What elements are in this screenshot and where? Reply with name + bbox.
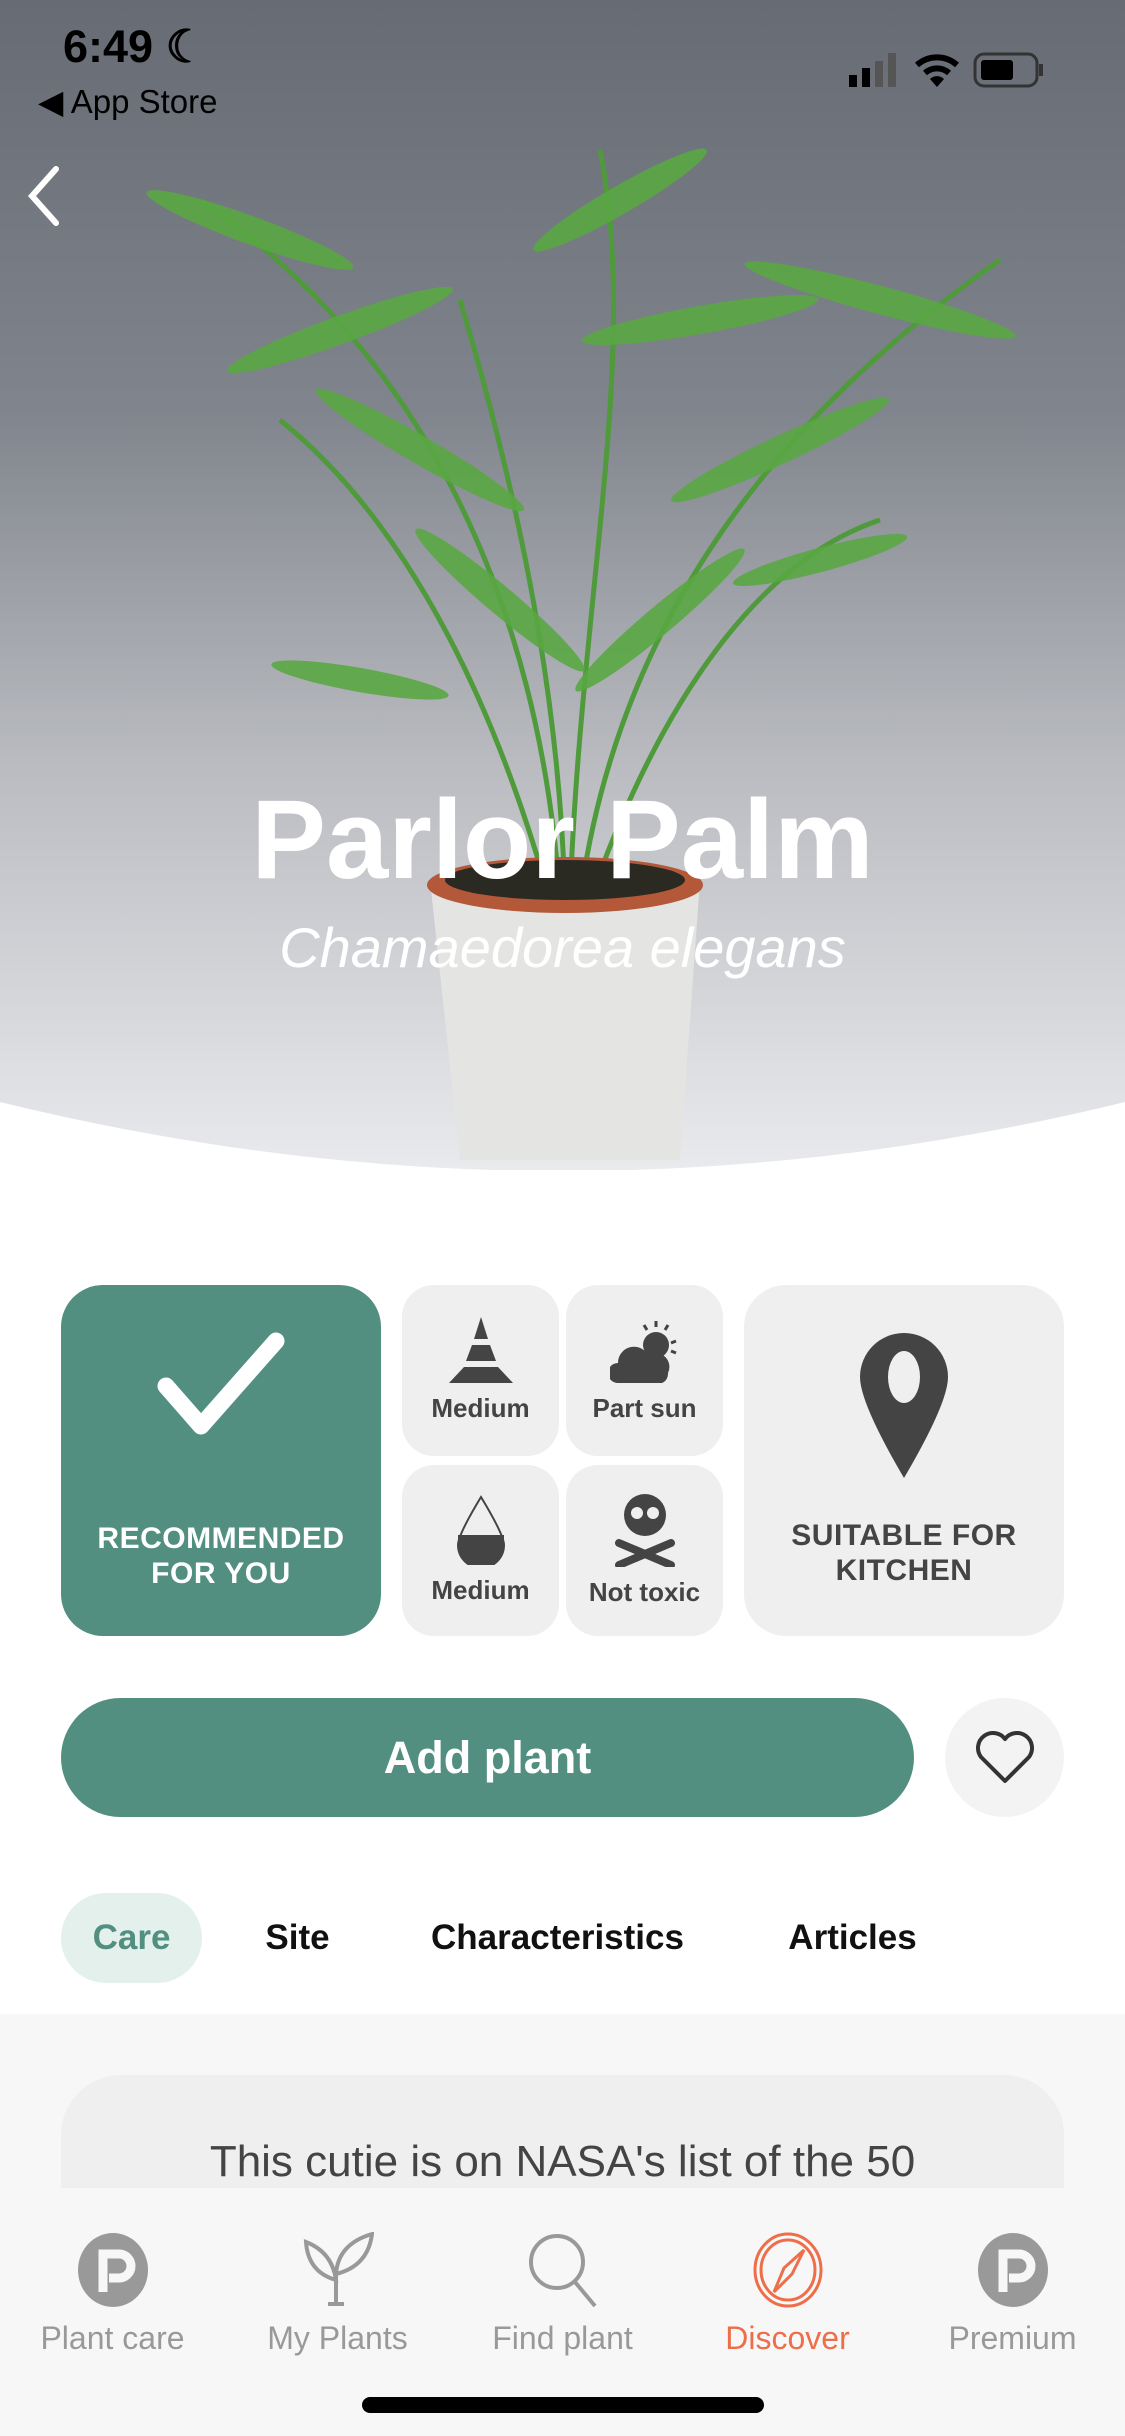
nav-my-plants[interactable]: My Plants — [225, 2188, 450, 2358]
sprout-icon — [303, 2232, 374, 2306]
checkmark-icon — [157, 1332, 285, 1434]
hero-image: 6:49 ☾ ◀ App Store Parlor Palm Chamaedor… — [0, 0, 1125, 1170]
plant-name: Parlor Palm — [251, 777, 874, 902]
recommended-badge: RECOMMENDED FOR YOU — [61, 1285, 381, 1636]
nav-label: Premium — [948, 2320, 1077, 2356]
favorite-button[interactable] — [945, 1698, 1064, 1817]
add-plant-button[interactable]: Add plant — [61, 1698, 914, 1817]
tab-site[interactable]: Site — [240, 1893, 355, 1983]
moon-icon: ☾ — [165, 21, 206, 72]
nav-premium[interactable]: Premium — [900, 2188, 1125, 2358]
info-text: This cutie is on NASA's list of the 50 — [209, 2137, 916, 2186]
skull-crossbones-icon — [614, 1494, 675, 1567]
toxicity-badge: Not toxic — [566, 1465, 723, 1636]
tab-articles[interactable]: Articles — [765, 1893, 940, 1983]
heart-icon — [975, 1730, 1034, 1783]
back-app-label: App Store — [70, 83, 218, 120]
nav-label: My Plants — [267, 2320, 408, 2356]
battery-icon — [973, 52, 1043, 88]
part-sun-icon — [609, 1321, 677, 1383]
planta-logo-icon — [77, 2233, 148, 2307]
detail-tabs: Care Site Characteristics Articles — [0, 1893, 1125, 1983]
water-badge: Medium — [402, 1465, 559, 1636]
nav-find-plant[interactable]: Find plant — [450, 2188, 675, 2358]
nav-plant-care[interactable]: Plant care — [0, 2188, 225, 2358]
compass-icon — [753, 2232, 822, 2308]
search-icon — [528, 2234, 597, 2308]
home-indicator[interactable] — [362, 2397, 764, 2413]
hero-curve — [0, 1102, 1125, 1170]
plant-photo — [146, 148, 1016, 1160]
status-bar: 6:49 ☾ ◀ App Store — [0, 0, 1125, 130]
map-pin-icon — [860, 1333, 948, 1478]
scientific-name: Chamaedorea elegans — [279, 916, 846, 979]
nav-label: Find plant — [492, 2320, 633, 2356]
time-text: 6:49 — [63, 21, 154, 72]
difficulty-pyramid-icon — [448, 1317, 513, 1383]
back-to-app-store[interactable]: ◀ App Store — [38, 82, 218, 121]
signal-icon — [849, 53, 896, 87]
nav-label: Discover — [725, 2320, 850, 2356]
planta-logo-icon — [977, 2233, 1048, 2307]
tab-characteristics[interactable]: Characteristics — [405, 1893, 710, 1983]
location-label: SUITABLE FOR KITCHEN — [791, 1519, 1017, 1587]
nav-label: Plant care — [40, 2320, 185, 2356]
toxicity-label: Not toxic — [588, 1577, 701, 1607]
recommended-label: RECOMMENDED FOR YOU — [97, 1521, 345, 1590]
care-level-badge: Medium — [402, 1285, 559, 1456]
water-drop-icon — [456, 1495, 505, 1565]
wifi-icon — [915, 54, 959, 87]
location-badge: SUITABLE FOR KITCHEN — [744, 1285, 1064, 1636]
clock: 6:49 ☾ — [63, 20, 206, 73]
light-label: Part sun — [592, 1393, 697, 1423]
nav-discover[interactable]: Discover — [675, 2188, 900, 2358]
water-label: Medium — [431, 1575, 530, 1605]
tab-care[interactable]: Care — [61, 1893, 202, 1983]
care-level-label: Medium — [431, 1393, 530, 1423]
light-badge: Part sun — [566, 1285, 723, 1456]
back-chevron-icon[interactable] — [24, 165, 64, 227]
